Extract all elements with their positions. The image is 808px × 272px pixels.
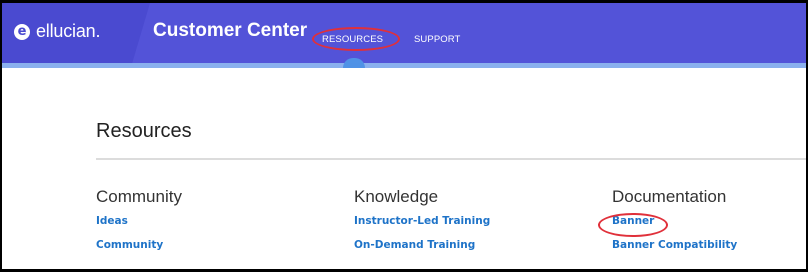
ellucian-logo-icon: e bbox=[14, 23, 30, 40]
column-heading-documentation: Documentation bbox=[612, 187, 727, 206]
ellucian-logo[interactable]: e ellucian. bbox=[14, 21, 100, 42]
logo-text: ellucian. bbox=[36, 21, 101, 41]
community-column: Community Ideas Community bbox=[96, 187, 182, 263]
link-banner-compatibility[interactable]: Banner Compatibility bbox=[612, 239, 737, 252]
column-heading-knowledge: Knowledge bbox=[354, 187, 439, 206]
nav-underline bbox=[2, 63, 806, 68]
annotation-circle-banner bbox=[598, 213, 668, 237]
link-on-demand-training[interactable]: On-Demand Training bbox=[354, 239, 490, 252]
link-ideas[interactable]: Ideas bbox=[96, 215, 182, 228]
top-navbar: e ellucian. Customer Center RESOURCES SU… bbox=[2, 3, 806, 63]
annotation-circle-resources bbox=[312, 27, 400, 51]
page-frame: e ellucian. Customer Center RESOURCES SU… bbox=[2, 3, 806, 269]
nav-support-link[interactable]: SUPPORT bbox=[414, 34, 460, 45]
page-title: Resources bbox=[96, 120, 192, 142]
link-instructor-led-training[interactable]: Instructor-Led Training bbox=[354, 215, 490, 228]
column-heading-community: Community bbox=[96, 187, 182, 206]
link-community[interactable]: Community bbox=[96, 239, 182, 252]
app-title[interactable]: Customer Center bbox=[153, 20, 307, 42]
knowledge-column: Knowledge Instructor-Led Training On-Dem… bbox=[354, 187, 490, 263]
title-divider bbox=[96, 158, 806, 160]
